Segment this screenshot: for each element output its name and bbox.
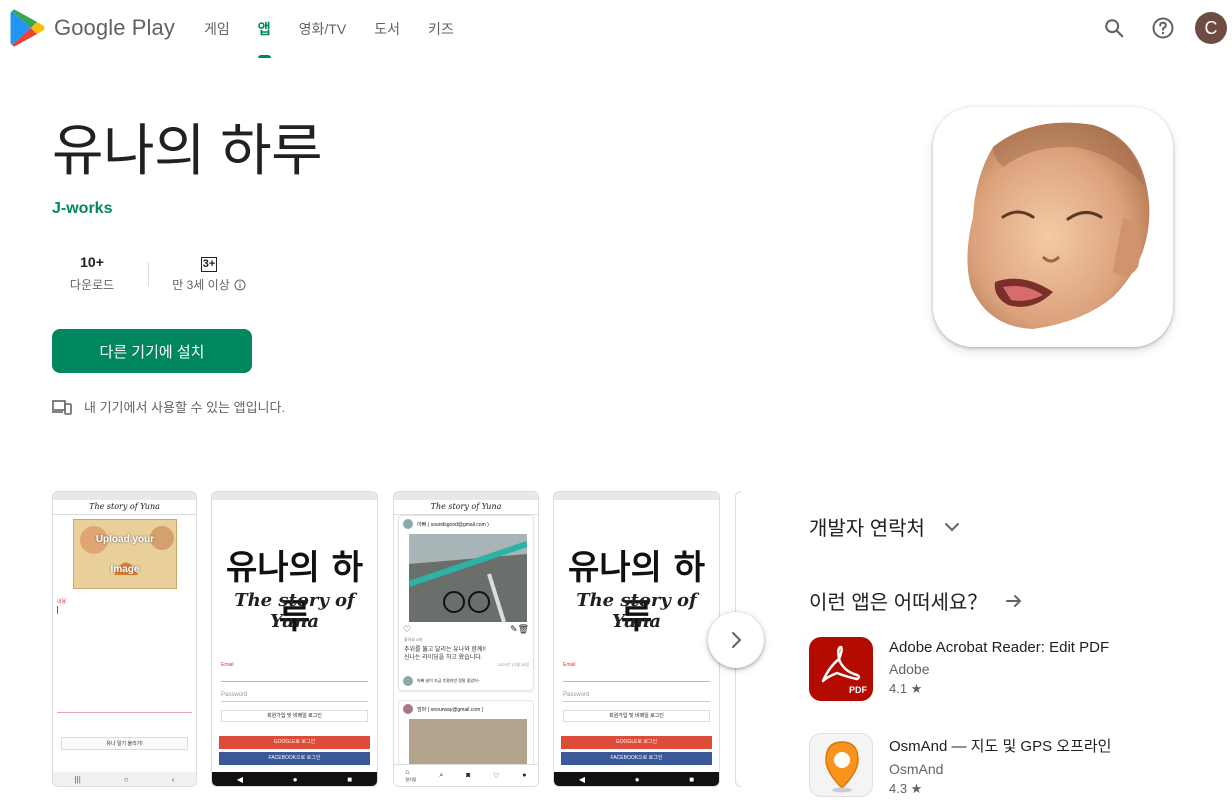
similar-app-title: OsmAnd — 지도 및 GPS 오프라인: [889, 738, 1112, 755]
content-rating-label: 만 3세 이상: [172, 278, 230, 292]
downloads-label: 다운로드: [69, 278, 115, 292]
content-rating-stat[interactable]: 3+ 만 3세 이상: [164, 254, 254, 293]
upload-image-placeholder: Upload your Image: [73, 519, 177, 589]
screenshot-2[interactable]: 유나의 하루 The story of Yuna Email Password …: [211, 491, 378, 787]
tab-diary: ⌂ 알기장: [405, 768, 417, 782]
chevron-down-icon: [943, 518, 961, 536]
tab-movies-tv[interactable]: 영화/TV: [285, 0, 361, 58]
devices-icon: [52, 399, 72, 415]
top-bar: Google Play 게임 앱 영화/TV 도서 키즈 C: [0, 0, 1232, 58]
rating-3plus-icon: 3+: [200, 257, 218, 272]
stat-divider: [148, 262, 149, 286]
downloads-stat: 10+ 다운로드: [58, 254, 126, 293]
app-bottom-tabs: ⌂ 알기장 ⌕ ◙ ♡ ●: [394, 764, 538, 786]
screenshot-header-title: The story of Yuna: [53, 502, 196, 515]
screenshots-next-button[interactable]: [708, 612, 764, 668]
main-nav: 게임 앱 영화/TV 도서 키즈: [190, 0, 468, 58]
similar-app-title: Adobe Acrobat Reader: Edit PDF: [889, 639, 1110, 656]
post-comment: 아빠 날이 조금 추웠지만 정말 좋았어~: [417, 678, 481, 683]
tab-kids[interactable]: 키즈: [414, 0, 468, 58]
signup-button: 회원가입 및 비메일 로그인: [563, 710, 710, 722]
developer-link[interactable]: J-works: [52, 200, 112, 218]
signup-button: 회원가입 및 비메일 로그인: [221, 710, 368, 722]
account-avatar[interactable]: C: [1195, 12, 1227, 44]
upload-text-line2: Image: [110, 564, 140, 575]
baby-face-image: [967, 122, 1150, 329]
google-login-button: GOOGLE로 로그인: [219, 736, 370, 749]
similar-app-rating: 4.3 ★: [889, 781, 923, 796]
similar-app-developer: Adobe: [889, 661, 930, 677]
post2-user: 엄마 ( onourway@gmail.com ): [417, 706, 484, 713]
availability-text: 내 기기에서 사용할 수 있는 앱입니다.: [84, 400, 286, 415]
adobe-pdf-icon: PDF: [809, 637, 873, 701]
tab-games[interactable]: 게임: [190, 0, 244, 58]
screenshot-3[interactable]: The story of Yuna 아빠 ( soundsgood@gmail.…: [393, 491, 539, 787]
chevron-right-icon: [732, 632, 741, 648]
similar-app-osmand[interactable]: OsmAnd — 지도 및 GPS 오프라인 OsmAnd 4.3 ★: [809, 733, 1111, 797]
email-label: Email: [563, 662, 576, 668]
likes-count: 좋아요 0개: [404, 637, 423, 642]
password-label: Password: [563, 692, 590, 698]
install-button[interactable]: 다른 기기에 설치: [52, 329, 252, 373]
arrow-right-icon: [1005, 592, 1023, 610]
brand-name: Google Play: [54, 15, 175, 40]
tab-apps[interactable]: 앱: [244, 0, 285, 58]
similar-app-adobe[interactable]: PDF Adobe Acrobat Reader: Edit PDF Adobe…: [809, 637, 1109, 701]
password-label: Password: [221, 692, 248, 698]
screenshot-header-title: The story of Yuna: [394, 502, 538, 515]
post-date: 2020년 12월 28일: [497, 662, 529, 667]
similar-app-developer: OsmAnd: [889, 761, 944, 777]
tab-books[interactable]: 도서: [360, 0, 414, 58]
email-label: Email: [221, 662, 234, 668]
help-icon[interactable]: [1149, 14, 1177, 42]
google-play-logo[interactable]: Google Play: [10, 9, 175, 47]
similar-app-rating: 4.1 ★: [889, 681, 923, 696]
screenshot-title-en: The story of Yuna: [576, 590, 697, 632]
facebook-login-button: FACEBOOK으로 로그인: [561, 752, 712, 765]
search-icon[interactable]: [1100, 14, 1128, 42]
screenshot-4[interactable]: 유나의 하루 The story of Yuna Email Password …: [553, 491, 720, 787]
upload-diary-button: 유나 일기 올리기!: [61, 737, 188, 750]
play-logo-icon: [10, 9, 45, 47]
post-caption-2: 신나는 라이딩을 하고 왔습니다.: [404, 655, 483, 661]
osmand-map-pin-icon: [809, 733, 873, 797]
downloads-value: 10+: [80, 254, 104, 270]
upload-text-line1: Upload your: [95, 534, 155, 545]
similar-apps-heading: 이런 앱은 어떠세요？: [809, 592, 988, 614]
facebook-login-button: FACEBOOK으로 로그인: [219, 752, 370, 765]
google-login-button: GOOGLE로 로그인: [561, 736, 712, 749]
screenshot-1[interactable]: The story of Yuna Upload your Image 내용 유…: [52, 491, 197, 787]
info-icon[interactable]: [234, 279, 246, 291]
availability-note: 내 기기에서 사용할 수 있는 앱입니다.: [52, 397, 285, 416]
developer-contact-section[interactable]: 개발자 연락처: [809, 512, 961, 541]
app-title: 유나의 하루: [52, 119, 323, 182]
post-user: 아빠 ( soundsgood@gmail.com ): [417, 521, 489, 528]
similar-apps-section[interactable]: 이런 앱은 어떠세요？: [809, 586, 1023, 615]
delete-icon: ✎🗑: [510, 624, 529, 634]
developer-contact-heading: 개발자 연락처: [809, 518, 925, 540]
post-photo: [409, 534, 527, 622]
content-field-label: 내용: [57, 599, 67, 605]
like-icon: ♡: [403, 624, 412, 634]
svg-text:PDF: PDF: [849, 685, 868, 695]
screenshot-title-en: The story of Yuna: [234, 590, 355, 632]
app-icon: [933, 107, 1173, 347]
